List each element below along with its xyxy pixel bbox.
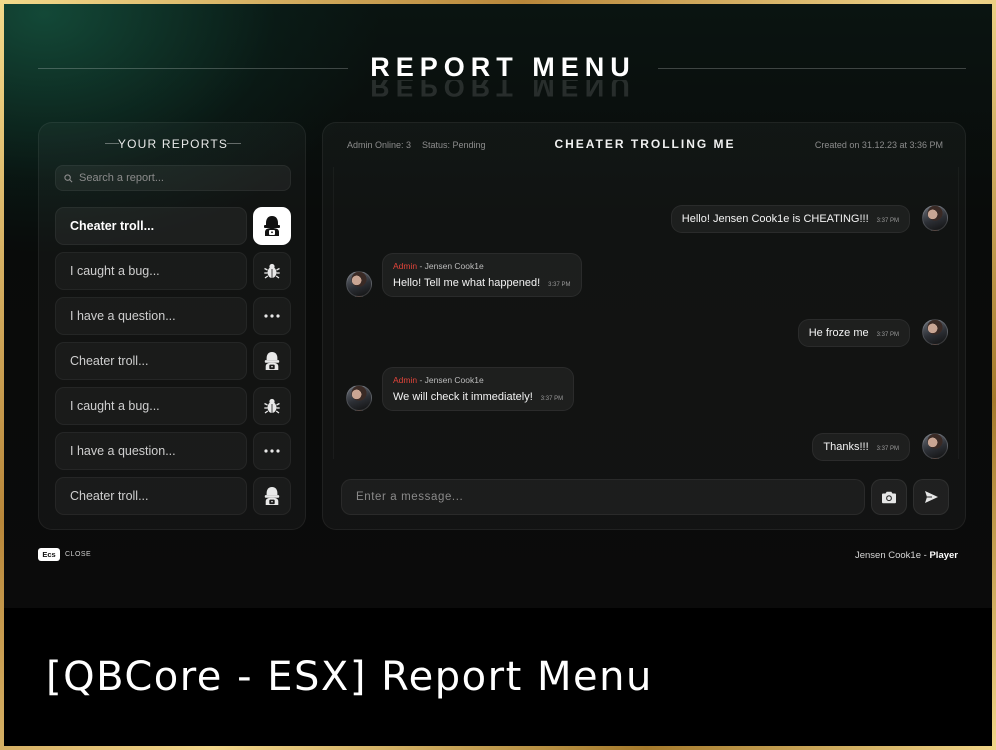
- report-item[interactable]: I have a question...: [55, 297, 291, 335]
- report-item-label[interactable]: I have a question...: [55, 432, 247, 470]
- sender-role: Admin: [393, 261, 418, 271]
- message-input-box: [341, 479, 865, 515]
- reports-panel: YOUR REPORTS Cheater troll... I caught a…: [38, 122, 306, 530]
- chat-message-player: He froze me 3:37 PM: [797, 319, 910, 347]
- admin-avatar: [346, 271, 372, 297]
- message-text: He froze me: [808, 327, 869, 339]
- message-text: We will check it immediately!: [393, 391, 533, 403]
- title-divider-right: [658, 68, 966, 69]
- player-role: Player: [929, 550, 958, 561]
- report-item-label[interactable]: Cheater troll...: [55, 477, 247, 515]
- hacker-icon[interactable]: [253, 207, 291, 245]
- player-info: Jensen Cook1e - Player: [855, 550, 958, 561]
- ellipsis-icon[interactable]: [253, 432, 291, 470]
- chat-message-admin: Admin - Jensen Cook1e We will check it i…: [382, 367, 575, 411]
- chat-message-player: Hello! Jensen Cook1e is CHEATING!!! 3:37 …: [670, 205, 910, 233]
- created-date: Created on 31.12.23 at 3:36 PM: [814, 140, 943, 150]
- sender-name: - Jensen Cook1e: [417, 375, 484, 385]
- message-time: 3:37 PM: [876, 332, 899, 338]
- sender-name: - Jensen Cook1e: [417, 261, 484, 271]
- close-label[interactable]: CLOSE: [65, 551, 91, 558]
- report-item-label[interactable]: Cheater troll...: [55, 342, 247, 380]
- bug-icon[interactable]: [253, 387, 291, 425]
- camera-button[interactable]: [871, 479, 907, 515]
- message-text: Hello! Jensen Cook1e is CHEATING!!!: [681, 213, 869, 225]
- banner-title: [QBCore - ESX] Report Menu: [46, 654, 653, 700]
- message-time: 3:37 PM: [876, 446, 899, 452]
- chat-message-player: Thanks!!! 3:37 PM: [812, 433, 910, 461]
- title-divider-left: [38, 68, 348, 69]
- message-text: Thanks!!!: [823, 441, 869, 453]
- player-avatar: [922, 205, 948, 231]
- send-button[interactable]: [913, 479, 949, 515]
- report-item-label[interactable]: I have a question...: [55, 297, 247, 335]
- report-item-label[interactable]: I caught a bug...: [55, 387, 247, 425]
- send-icon: [924, 491, 938, 503]
- esc-key-hint[interactable]: Ecs: [38, 548, 60, 561]
- hacker-icon[interactable]: [253, 477, 291, 515]
- reports-heading: YOUR REPORTS: [117, 137, 229, 151]
- report-item-label[interactable]: Cheater troll...: [55, 207, 247, 245]
- player-avatar: [922, 319, 948, 345]
- report-item[interactable]: I caught a bug...: [55, 252, 291, 290]
- player-name: Jensen Cook1e: [854, 550, 922, 561]
- chat-messages: Hello! Jensen Cook1e is CHEATING!!! 3:37 …: [333, 167, 959, 461]
- search-icon: [64, 173, 73, 182]
- admin-avatar: [346, 385, 372, 411]
- camera-icon: [882, 491, 896, 503]
- message-input[interactable]: [356, 491, 846, 503]
- message-time: 3:37 PM: [876, 218, 899, 224]
- page-title-reflection: REPORT MENU: [370, 80, 636, 102]
- report-item[interactable]: I caught a bug...: [55, 387, 291, 425]
- message-sender: Admin - Jensen Cook1e: [393, 261, 571, 271]
- player-avatar: [922, 433, 948, 459]
- message-time: 3:37 PM: [548, 282, 571, 288]
- search-box: [55, 165, 291, 191]
- message-time: 3:37 PM: [540, 396, 564, 402]
- report-menu-scene: REPORT MENU REPORT MENU YOUR REPORTS Che…: [4, 4, 992, 608]
- report-item[interactable]: I have a question...: [55, 432, 291, 470]
- page-title: REPORT MENU: [370, 52, 636, 82]
- report-item-label[interactable]: I caught a bug...: [55, 252, 247, 290]
- hacker-icon[interactable]: [253, 342, 291, 380]
- heading-divider-right: [227, 143, 241, 144]
- report-item[interactable]: Cheater troll...: [55, 207, 291, 245]
- sender-role: Admin: [393, 375, 418, 385]
- search-input[interactable]: [79, 172, 279, 184]
- chat-panel: Admin Online: 3 Status: Pending CHEATER …: [322, 122, 966, 530]
- bug-icon[interactable]: [253, 252, 291, 290]
- chat-message-admin: Admin - Jensen Cook1e Hello! Tell me wha…: [382, 253, 582, 297]
- report-item[interactable]: Cheater troll...: [55, 477, 291, 515]
- message-sender: Admin - Jensen Cook1e: [393, 375, 563, 385]
- ellipsis-icon[interactable]: [253, 297, 291, 335]
- report-item[interactable]: Cheater troll...: [55, 342, 291, 380]
- message-text: Hello! Tell me what happened!: [393, 277, 541, 289]
